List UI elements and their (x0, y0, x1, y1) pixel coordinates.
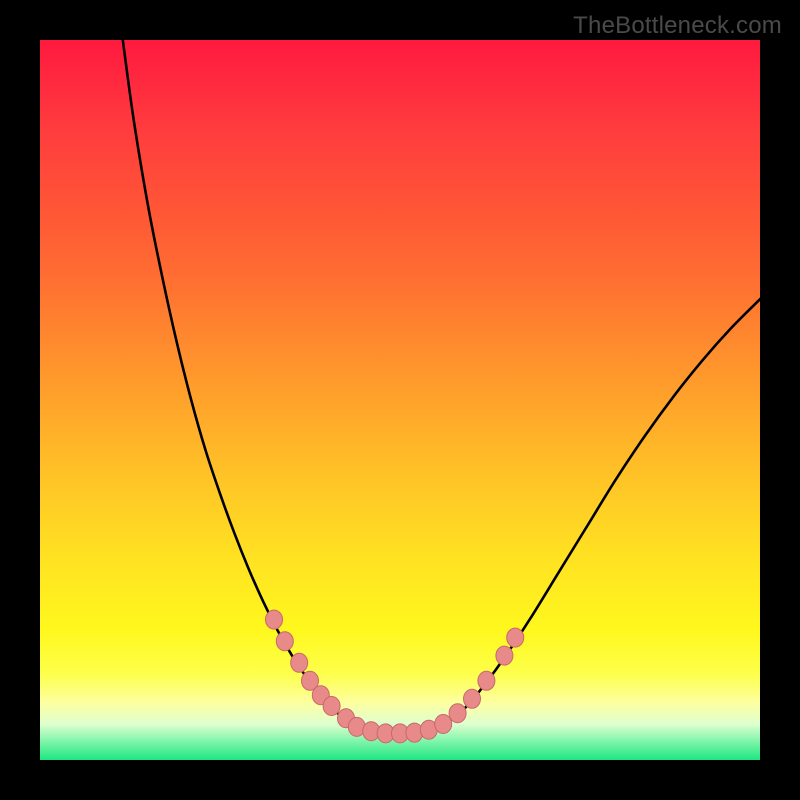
curve-marker (496, 646, 513, 665)
curve-marker (291, 653, 308, 672)
bottleneck-curve (123, 40, 762, 733)
curve-marker (478, 671, 495, 690)
curve-marker (266, 610, 283, 629)
curve-layer (40, 40, 760, 760)
curve-marker (464, 689, 481, 708)
curve-marker (449, 704, 466, 723)
curve-marker (276, 632, 293, 651)
watermark-label: TheBottleneck.com (573, 12, 782, 40)
curve-marker (323, 697, 340, 716)
marker-group (266, 610, 524, 743)
chart-frame: TheBottleneck.com (0, 0, 800, 800)
curve-marker (507, 628, 524, 647)
plot-area (40, 40, 760, 760)
curve-marker (435, 715, 452, 734)
